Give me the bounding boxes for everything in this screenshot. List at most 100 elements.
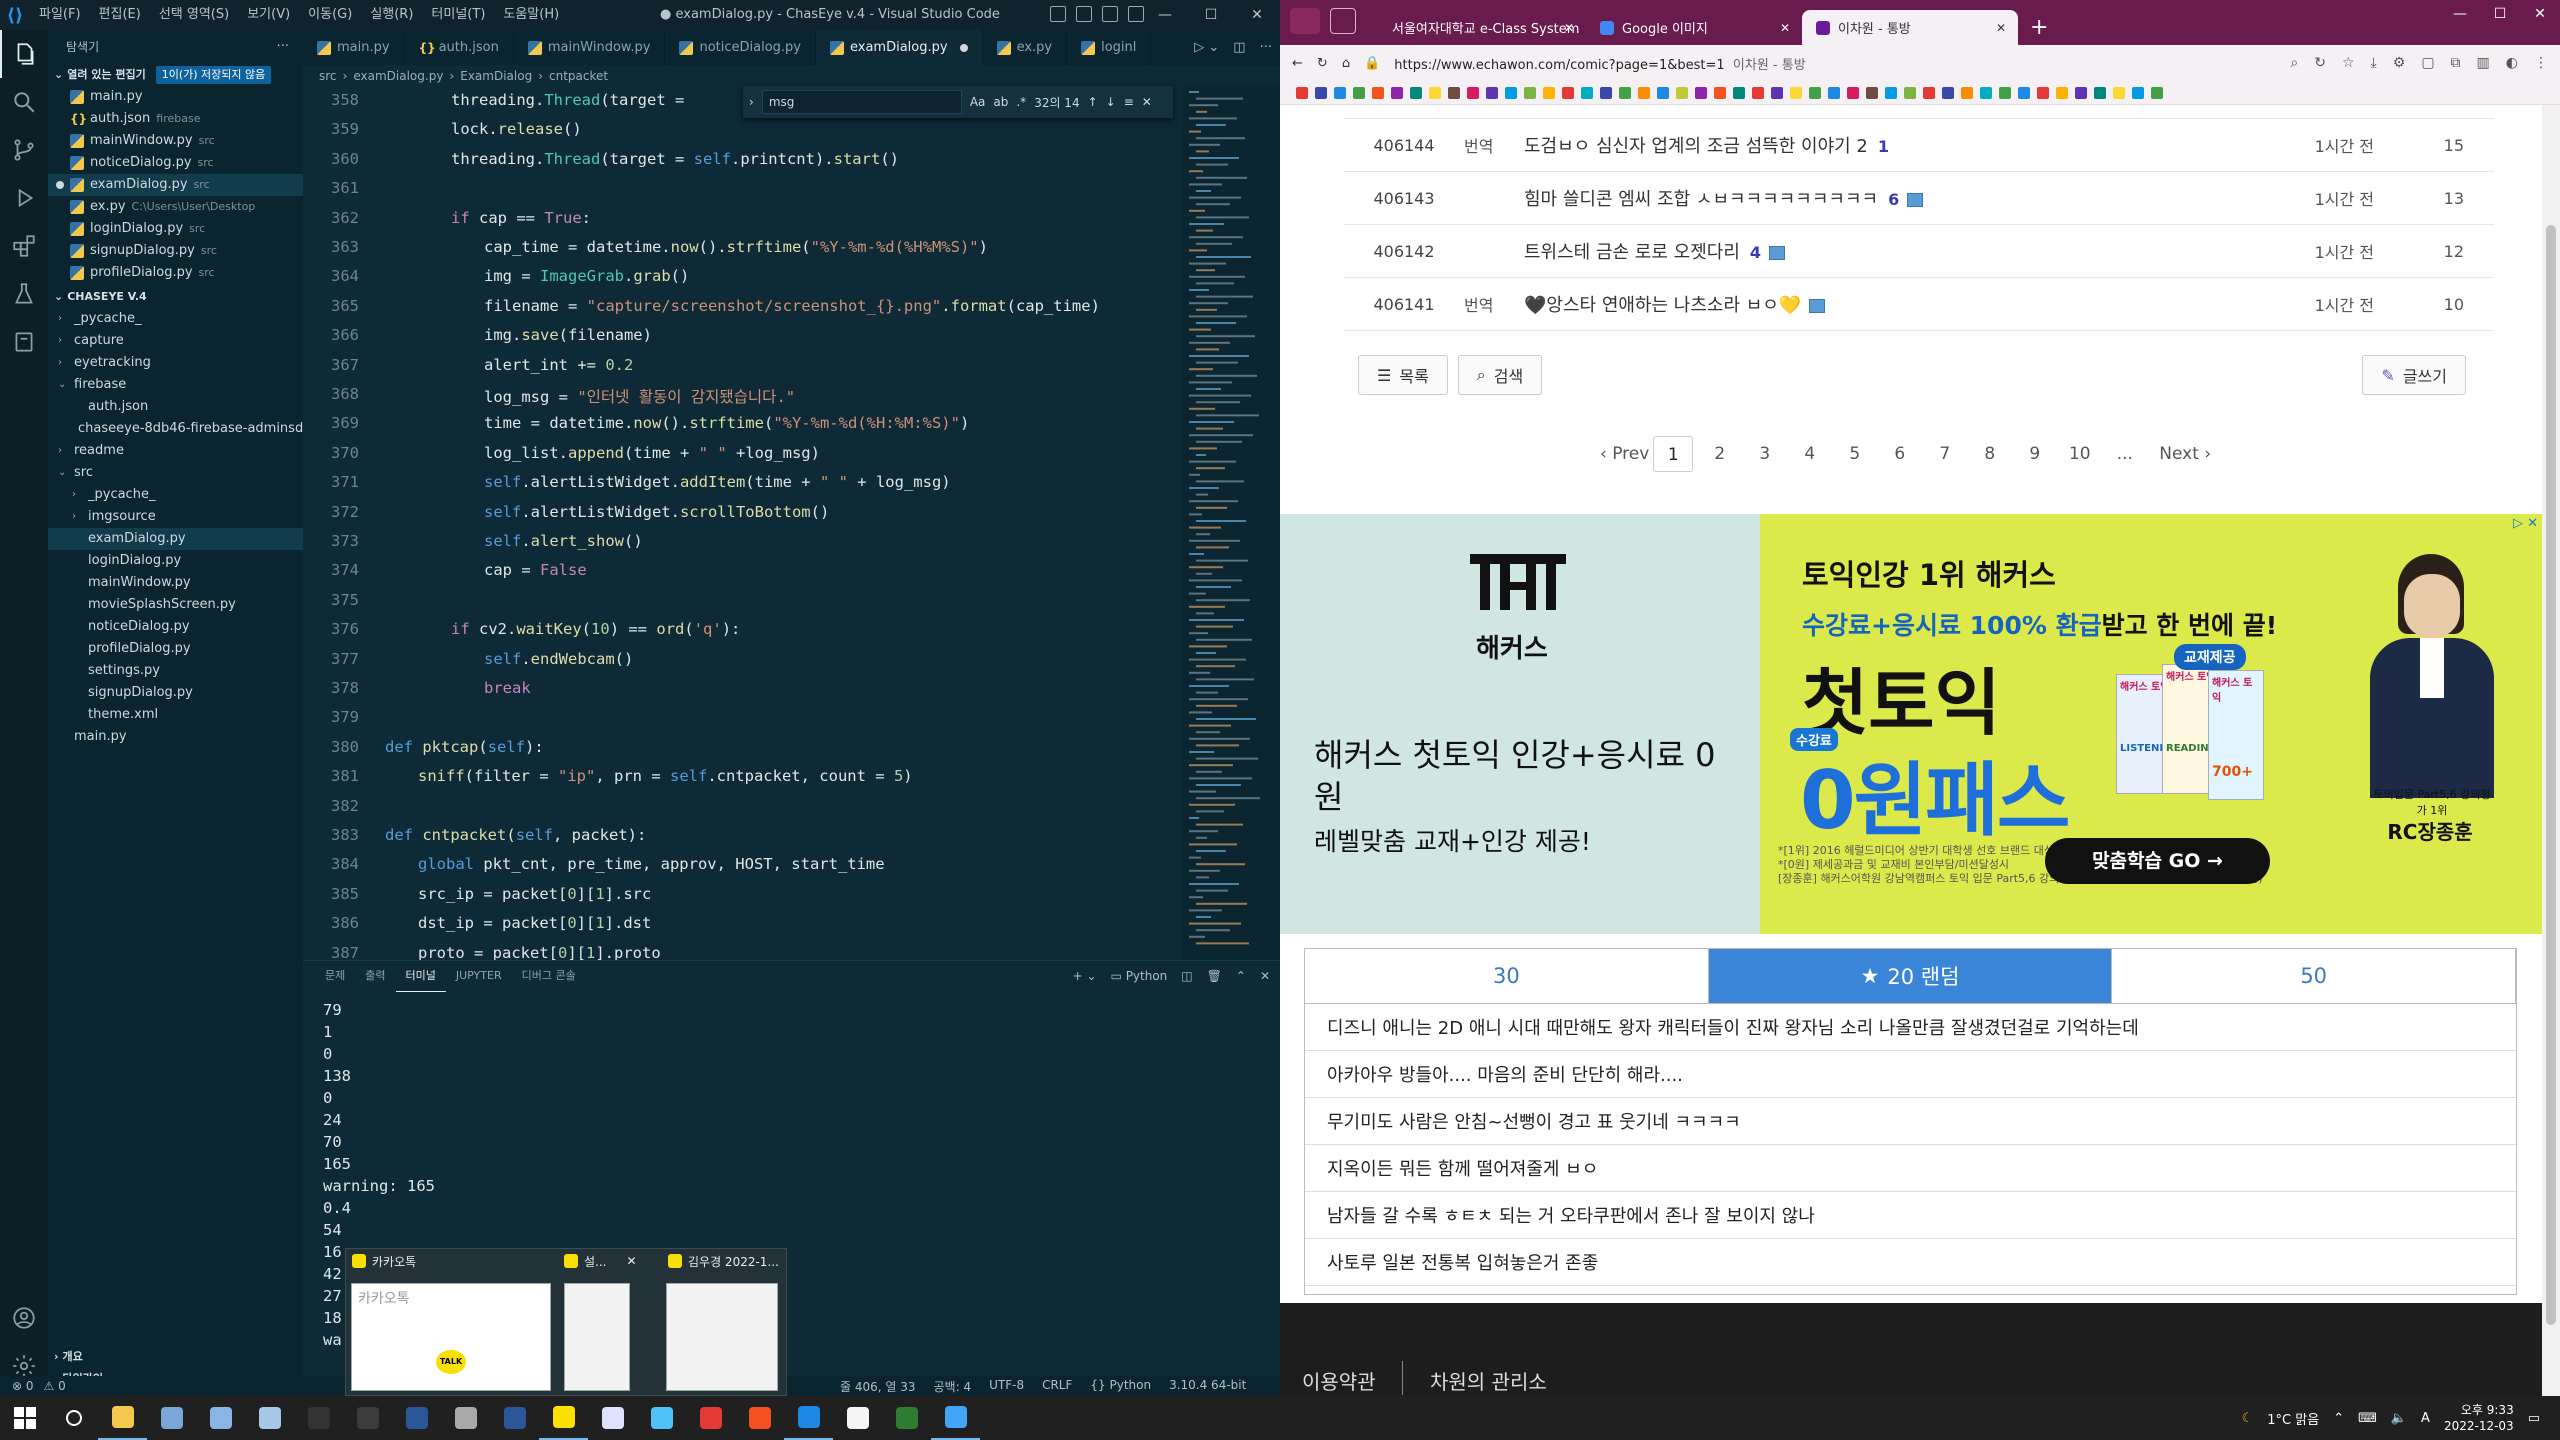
breadcrumb-item[interactable]: examDialog.py [353, 65, 443, 87]
bookmark-favicon-icon[interactable] [1847, 86, 1859, 99]
run-python-icon[interactable]: ▷ ⌄ [1194, 40, 1219, 55]
bookmark-favicon-icon[interactable] [2075, 86, 2087, 99]
bookmark-favicon-icon[interactable] [1657, 86, 1669, 99]
powershell-icon[interactable] [392, 1396, 441, 1440]
bookmark-favicon-icon[interactable] [1809, 86, 1821, 99]
close-panel-icon[interactable]: ✕ [1260, 969, 1270, 983]
bookmark-favicon-icon[interactable] [1733, 86, 1745, 99]
page-link[interactable]: 8 [1967, 436, 2012, 472]
tree-folder[interactable]: › _pycache_ [48, 308, 303, 330]
panel-tab[interactable]: 터미널 [395, 961, 446, 992]
open-editor-item[interactable]: signupDialog.py src [48, 240, 303, 262]
snipping-tool-icon[interactable] [147, 1396, 196, 1440]
collections-icon[interactable]: ▢ [2421, 55, 2434, 71]
notifications-icon[interactable]: ▭ [2528, 1411, 2540, 1426]
refresh-icon[interactable]: ↻ [1317, 56, 1328, 71]
close-icon[interactable]: ✕ [1234, 0, 1280, 30]
tree-file[interactable]: movieSplashScreen.py [48, 594, 303, 616]
tree-folder[interactable]: › eyetracking [48, 352, 303, 374]
menu-item[interactable]: 선택 영역(S) [150, 0, 238, 30]
scrollbar-thumb[interactable] [2546, 225, 2556, 1325]
tree-file[interactable]: settings.py [48, 660, 303, 682]
bookmark-favicon-icon[interactable] [1828, 86, 1840, 99]
page-link[interactable]: 1 [1653, 436, 1694, 472]
maximize-icon[interactable]: ☐ [1188, 0, 1234, 30]
bookmark-favicon-icon[interactable] [2132, 86, 2144, 99]
chrome-icon[interactable] [686, 1396, 735, 1440]
open-editor-item[interactable]: main.py [48, 86, 303, 108]
open-editor-item[interactable]: {} auth.json firebase [48, 108, 303, 130]
testing-icon[interactable] [0, 270, 48, 318]
tab-mainpy[interactable]: main.py [303, 30, 405, 65]
unsaved-dot-icon[interactable] [959, 43, 968, 52]
project-header[interactable]: ⌄ CHASEYE V.4 [48, 286, 303, 308]
tree-folder[interactable]: › capture [48, 330, 303, 352]
split-editor-icon[interactable]: ◫ [1233, 40, 1245, 55]
open-editor-item[interactable]: profileDialog.py src [48, 262, 303, 284]
clipboard-icon[interactable] [245, 1396, 294, 1440]
close-tab-icon[interactable]: ✕ [1996, 21, 2006, 35]
home-icon[interactable]: ⌂ [1342, 56, 1350, 71]
tree-file[interactable]: theme.xml [48, 704, 303, 726]
breadcrumb-item[interactable]: src [319, 65, 337, 87]
table-row[interactable]: 406143 힘마 쓸디콘 엠씨 조합 ㅅㅂㅋㅋㅋㅋㅋㅋㅋㅋㅋ 6 1시간 전 13 [1344, 172, 2494, 225]
bookmark-favicon-icon[interactable] [1885, 86, 1897, 99]
ranking-tab[interactable]: 50 [2112, 949, 2517, 1003]
new-terminal-icon[interactable]: + ⌄ [1073, 969, 1097, 983]
favorite-icon[interactable]: ☆ [2342, 55, 2355, 71]
bookmark-favicon-icon[interactable] [1562, 86, 1574, 99]
status-item[interactable]: CRLF [1042, 1378, 1072, 1395]
open-editor-item[interactable]: mainWindow.py src [48, 130, 303, 152]
page-link[interactable]: ... [2102, 436, 2147, 472]
new-tab-icon[interactable]: + [2018, 10, 2060, 45]
more-actions-icon[interactable]: ··· [1260, 40, 1272, 55]
panel-tab[interactable]: 문제 [315, 961, 355, 991]
list-button[interactable]: ☰ 목록 [1358, 355, 1448, 395]
bookmark-favicon-icon[interactable] [1391, 86, 1403, 99]
tab-actions-icon[interactable] [1330, 8, 1356, 34]
post-title-cell[interactable]: 트위스테 금손 로로 오젯다리 4 [1524, 238, 2254, 264]
admin-link[interactable]: 차원의 관리소 [1430, 1366, 1547, 1395]
kakaotalk-icon[interactable] [539, 1396, 588, 1440]
minimap[interactable] [1183, 87, 1280, 960]
volume-icon[interactable]: 🔈 [2391, 1411, 2407, 1426]
post-title-cell[interactable]: 🖤앙스타 연애하는 나츠소라 ㅂㅇ💛 [1524, 291, 2254, 317]
status-item[interactable]: ⚠ 0 [44, 1379, 66, 1393]
page-link[interactable]: 3 [1742, 436, 1787, 472]
breadcrumb-item[interactable]: ExamDialog [460, 65, 532, 87]
tree-folder[interactable]: › readme [48, 440, 303, 462]
tree-folder[interactable]: ⌄ src [48, 462, 303, 484]
outline-header[interactable]: › 개요 [48, 1346, 303, 1368]
status-problems[interactable]: ⊗ 0 ⚠ 0 [12, 1379, 66, 1393]
bookmark-favicon-icon[interactable] [1467, 86, 1479, 99]
bookmark-favicon-icon[interactable] [1543, 86, 1555, 99]
maximize-icon[interactable]: ☐ [2480, 0, 2520, 28]
ranking-item[interactable]: 아카아우 방들아.... 마음의 준비 단단히 해라.... [1305, 1051, 2516, 1098]
open-editor-item[interactable]: examDialog.py src [48, 174, 303, 196]
bookmark-favicon-icon[interactable] [1486, 86, 1498, 99]
bookmark-favicon-icon[interactable] [1448, 86, 1460, 99]
whole-word-icon[interactable]: ab [993, 95, 1008, 109]
bookmark-favicon-icon[interactable] [1695, 86, 1707, 99]
network-icon[interactable]: ⌨ [2358, 1411, 2377, 1426]
bookmark-favicon-icon[interactable] [1980, 86, 1992, 99]
bookmark-favicon-icon[interactable] [2151, 86, 2163, 99]
tab-expy[interactable]: ex.py [983, 30, 1068, 65]
prev-page-link[interactable]: ‹ Prev [1600, 436, 1649, 472]
status-item[interactable]: 줄 406, 열 33 [840, 1378, 916, 1395]
extensions-icon[interactable] [0, 222, 48, 270]
tab-noticeDialogpy[interactable]: noticeDialog.py [665, 30, 816, 65]
run-debug-icon[interactable] [0, 174, 48, 222]
more-actions-icon[interactable]: ··· [277, 30, 289, 64]
reload-icon[interactable]: ↻ [2314, 55, 2326, 71]
search-icon[interactable] [0, 78, 48, 126]
table-row[interactable]: 406142 트위스테 금손 로로 오젯다리 4 1시간 전 12 [1344, 225, 2494, 278]
profile-icon[interactable]: ◐ [2506, 55, 2518, 71]
table-row[interactable]: 406144 번역 도검ㅂㅇ 심신자 업계의 조금 섬뜩한 이야기 2 1 1시간 전 1… [1344, 119, 2494, 172]
toggle-secondary-sidebar-icon[interactable] [1102, 6, 1118, 22]
menu-item[interactable]: 터미널(T) [422, 0, 494, 30]
bookmark-favicon-icon[interactable] [1866, 86, 1878, 99]
kakao-thumb-2[interactable]: 설... ✕ [558, 1249, 638, 1397]
bookmark-favicon-icon[interactable] [1524, 86, 1536, 99]
breadcrumb-item[interactable]: cntpacket [549, 65, 608, 87]
